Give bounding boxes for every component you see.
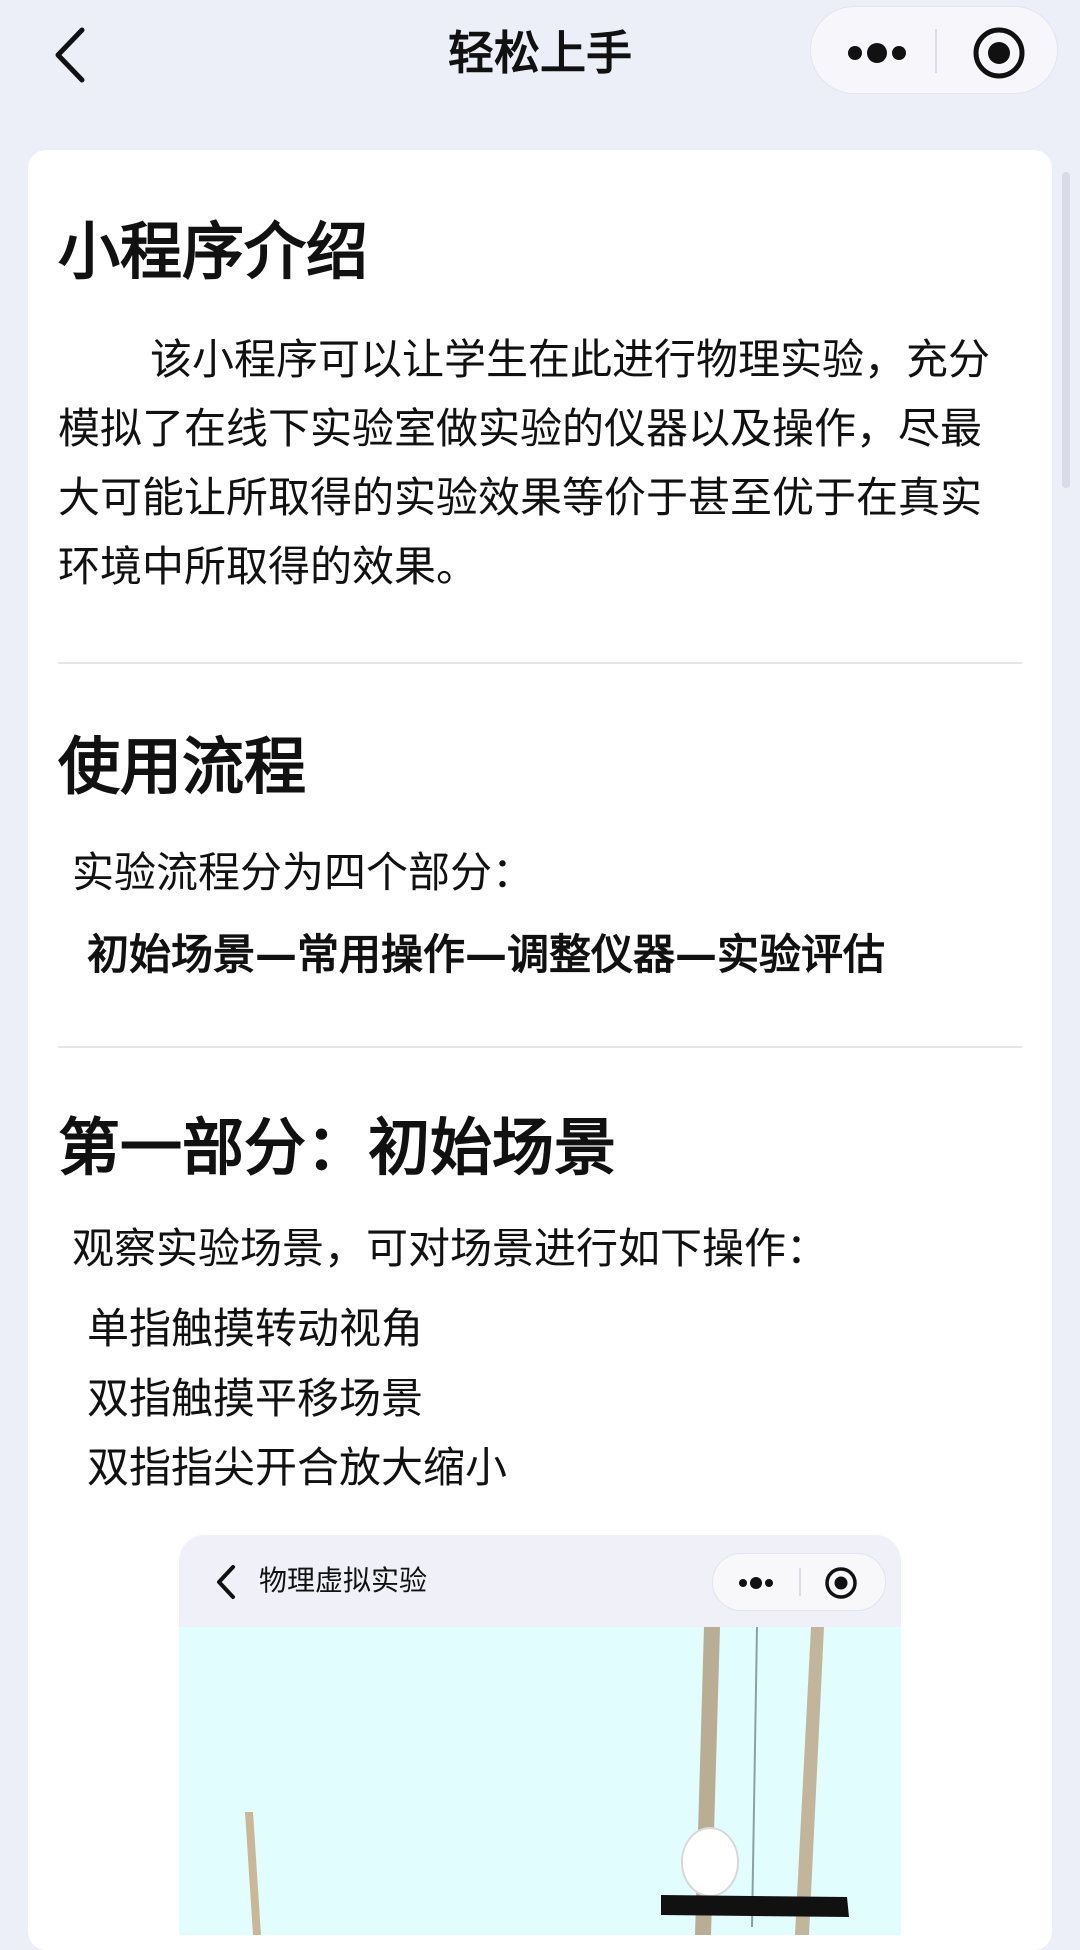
intro-paragraph: 该小程序可以让学生在此进行物理实验，充分模拟了在线下实验室做实验的仪器以及操作，… [58,325,998,601]
top-nav-bar: 轻松上手 [0,0,1080,110]
operation-item: 单指触摸转动视角 [87,1304,424,1353]
more-button[interactable] [811,7,935,95]
back-button[interactable] [38,20,108,90]
flow-intro-text: 实验流程分为四个部分： [72,848,535,897]
operation-item: 双指触摸平移场景 [87,1374,424,1423]
chevron-left-icon [217,1565,235,1599]
screenshot-nav-title: 物理虚拟实验 [259,1564,428,1597]
screenshot-capsule [712,1553,886,1611]
record-circle-icon [973,27,1025,79]
close-button[interactable] [937,7,1059,95]
more-dots-icon [848,43,906,63]
section-heading-part1: 第一部分：初始场景 [58,1111,617,1184]
intro-body-text: 该小程序可以让学生在此进行物理实验，充分模拟了在线下实验室做实验的仪器以及操作，… [58,335,991,591]
section-heading-flow: 使用流程 [58,730,307,803]
base-plate [661,1895,849,1917]
section-divider [58,1046,1022,1048]
part1-intro-text: 观察实验场景，可对场景进行如下操作： [72,1224,829,1273]
operation-item: 双指指尖开合放大缩小 [87,1443,508,1492]
pendulum-ball [681,1827,739,1897]
screenshot-nav-bar: 物理虚拟实验 [179,1535,901,1627]
mini-program-capsule [810,6,1058,94]
section-heading-intro: 小程序介绍 [58,215,369,288]
flow-steps-text: 初始场景—常用操作—调整仪器—实验评估 [87,930,886,979]
more-dots-icon [739,1577,773,1589]
experiment-scene[interactable] [179,1627,901,1935]
experiment-scene-screenshot: 物理虚拟实验 [179,1535,901,1935]
scrollbar[interactable] [1062,172,1070,488]
record-circle-icon [825,1567,857,1599]
chevron-left-icon [55,27,85,83]
section-divider [58,662,1022,664]
